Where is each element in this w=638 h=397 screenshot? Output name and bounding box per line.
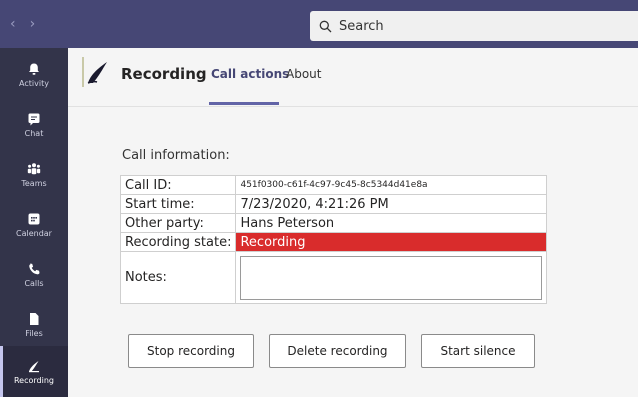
rail-item-calendar[interactable]: Calendar — [0, 202, 68, 248]
active-tab-indicator — [209, 102, 279, 105]
tab-call-actions[interactable]: Call actions — [211, 67, 289, 81]
rail-item-teams[interactable]: Teams — [0, 152, 68, 198]
notes-label: Notes: — [119, 251, 237, 304]
call-id-label: Call ID: — [119, 175, 237, 195]
chat-icon — [28, 113, 40, 126]
recording-state-label: Recording state: — [119, 232, 237, 252]
phone-icon — [29, 263, 40, 275]
other-party-label: Other party: — [119, 213, 237, 233]
rail-item-files[interactable]: Files — [0, 302, 68, 348]
rail-item-label: Recording — [13, 375, 54, 385]
file-icon — [30, 313, 39, 325]
rail-item-label: Calendar — [16, 229, 52, 238]
table-row: Start time: 7/23/2020, 4:21:26 PM — [119, 194, 548, 214]
table-row: Call ID: 451f0300-c61f-4c97-9c45-8c5344d… — [119, 175, 548, 195]
start-silence-button[interactable]: Start silence — [421, 334, 535, 368]
recording-app-icon — [87, 62, 107, 84]
recording-app-icon — [29, 360, 39, 372]
delete-recording-button[interactable]: Delete recording — [269, 334, 406, 368]
rail-item-activity[interactable]: Activity — [0, 52, 68, 98]
rail-item-chat[interactable]: Chat — [0, 102, 68, 148]
call-info-table: Call ID: 451f0300-c61f-4c97-9c45-8c5344d… — [119, 175, 548, 304]
notes-field[interactable] — [240, 255, 543, 300]
start-time-label: Start time: — [119, 194, 237, 214]
stop-recording-button[interactable]: Stop recording — [128, 334, 254, 368]
rail-item-label: Calls — [24, 279, 44, 288]
rail-item-label: Teams — [21, 179, 47, 188]
app-title: Recording — [121, 65, 207, 83]
table-row: Notes: — [119, 251, 548, 304]
chevron-right-icon[interactable]: › — [30, 17, 36, 31]
rail-item-label: Chat — [24, 129, 44, 138]
history-nav: ‹ › — [10, 0, 35, 48]
title-bar: ‹ › Search — [0, 0, 638, 48]
call-id-value: 451f0300-c61f-4c97-9c45-8c5344d41e8a — [235, 175, 548, 195]
search-placeholder: Search — [339, 18, 384, 34]
teams-icon — [27, 163, 41, 175]
bell-icon — [29, 63, 39, 75]
search-input[interactable]: Search — [310, 11, 638, 41]
app-rail: Activity Chat Teams Calendar Calls Files… — [0, 48, 68, 397]
tab-about[interactable]: About — [286, 67, 321, 81]
recording-state-value: Recording — [235, 232, 548, 252]
notes-cell — [235, 251, 548, 304]
section-title: Call information: — [122, 148, 230, 163]
search-icon — [319, 20, 332, 32]
app-logo — [82, 57, 107, 87]
calendar-icon — [28, 213, 40, 225]
app-header: Recording Call actions About — [68, 48, 638, 107]
start-time-value: 7/23/2020, 4:21:26 PM — [235, 194, 548, 214]
rail-item-label: Activity — [19, 79, 49, 88]
rail-item-recording[interactable]: Recording — [0, 346, 68, 397]
other-party-value: Hans Peterson — [235, 213, 548, 233]
chevron-left-icon[interactable]: ‹ — [10, 17, 16, 31]
call-actions-panel: Call information: Call ID: 451f0300-c61f… — [68, 108, 638, 397]
rail-item-calls[interactable]: Calls — [0, 252, 68, 298]
rail-item-label: Files — [25, 329, 43, 338]
table-row: Other party: Hans Peterson — [119, 213, 548, 233]
table-row: Recording state: Recording — [119, 232, 548, 252]
